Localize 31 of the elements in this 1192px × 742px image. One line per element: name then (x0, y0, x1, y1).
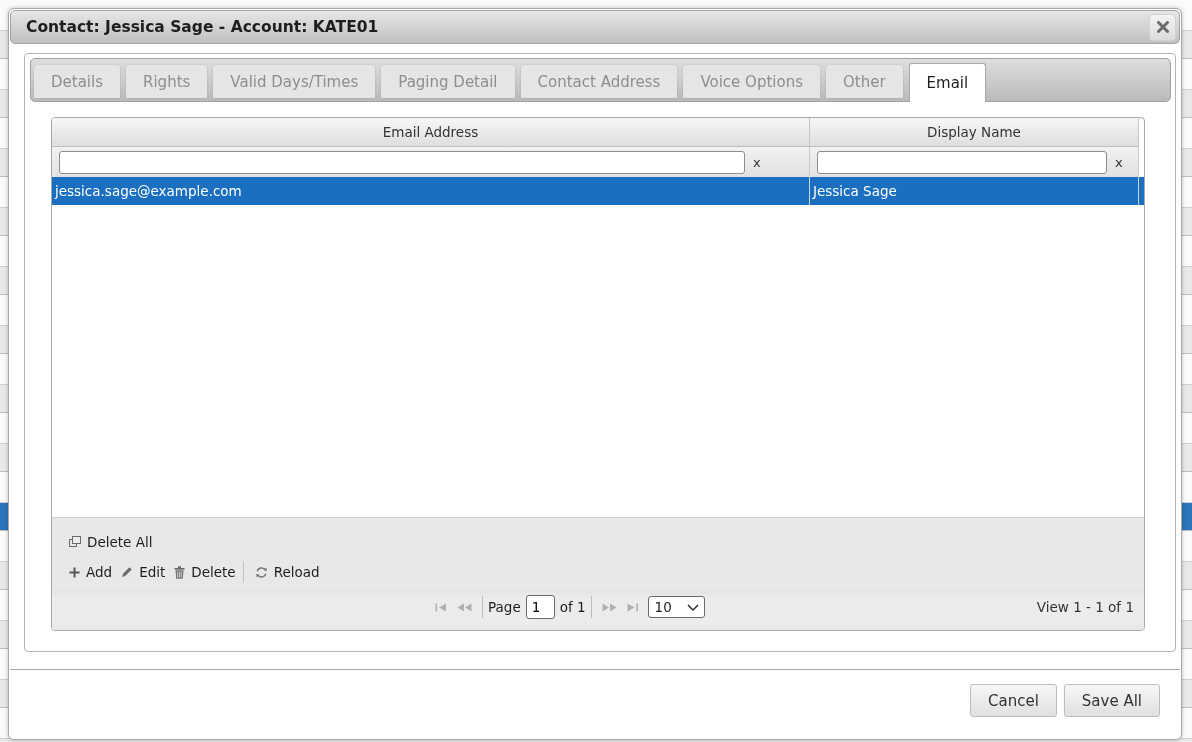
pager-summary: View 1 - 1 of 1 (1036, 599, 1135, 615)
toolbar-action[interactable]: Reload (250, 561, 324, 583)
dialog-title: Contact: Jessica Sage - Account: KATE01 (26, 18, 379, 36)
toolbar-action[interactable]: Add (65, 561, 117, 583)
filter-field[interactable] (817, 150, 1107, 174)
stacked-squares-icon (69, 536, 81, 548)
page-label: Page (488, 599, 521, 615)
page-input[interactable]: 1 (525, 595, 555, 619)
column-header[interactable]: Email Address (52, 118, 810, 147)
table-cell: Jessica Sage (810, 177, 1139, 205)
toolbar-action[interactable]: Delete (170, 561, 240, 583)
column-header[interactable]: Display Name (810, 118, 1139, 147)
table-row[interactable]: jessica.sage@example.com Jessica Sage (52, 177, 1144, 205)
plus-icon (69, 566, 80, 578)
close-icon (1156, 21, 1169, 33)
trash-icon (174, 565, 186, 579)
page-size-select[interactable]: 10 (647, 596, 705, 618)
toolbar-action[interactable]: Edit (117, 561, 170, 583)
tab[interactable]: Email (908, 63, 987, 102)
clear-filter-link[interactable]: x (1115, 154, 1123, 170)
pencil-icon (121, 566, 134, 578)
reload-icon (254, 565, 268, 579)
dialog-button[interactable]: Save All (1063, 684, 1160, 717)
clear-filter-link[interactable]: x (753, 154, 761, 170)
page-total: of 1 (559, 599, 586, 615)
table-cell: jessica.sage@example.com (52, 177, 810, 205)
filter-field[interactable] (59, 150, 745, 174)
close-button[interactable] (1149, 13, 1176, 41)
toolbar-action[interactable]: Delete All (65, 531, 157, 553)
caret-icon (686, 603, 699, 611)
dialog-button[interactable]: Cancel (970, 684, 1057, 717)
